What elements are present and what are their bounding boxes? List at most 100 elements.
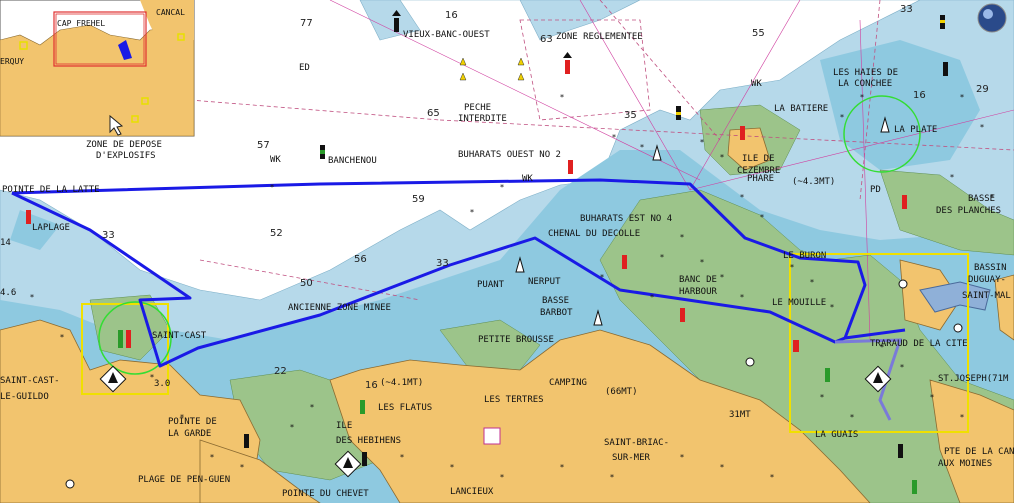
svg-text:*: * [470, 208, 474, 217]
inset-label-erquy: ERQUY [0, 57, 24, 66]
svg-text:*: * [60, 333, 64, 342]
label-chenal-decolle: CHENAL DU DECOLLE [548, 229, 640, 239]
label-dist-43: (~4.3MT) [792, 177, 835, 187]
sounding: 50 [300, 278, 313, 289]
sounding: 33 [900, 4, 913, 15]
svg-text:*: * [610, 473, 614, 482]
buoy-icon [568, 160, 573, 174]
label-pd: PD [870, 185, 881, 195]
label-peche-interdite: INTERDITE [458, 114, 507, 124]
sounding: 16 [913, 90, 926, 101]
buoy-icon [943, 62, 948, 76]
buoy-icon [676, 106, 681, 120]
svg-text:*: * [760, 213, 764, 222]
label-ile-cezembre: ILE DE [742, 154, 775, 164]
label-basse-barbot: BARBOT [540, 308, 573, 318]
label-banchenou: BANCHENOU [328, 156, 377, 166]
label-phare: PHARE [747, 174, 774, 184]
label-ancienne-zone: ANCIENNE ZONE MINEE [288, 303, 391, 313]
marina-icon [483, 427, 501, 445]
label-buharats-ouest: BUHARATS OUEST NO 2 [458, 150, 561, 160]
svg-text:*: * [450, 463, 454, 472]
svg-text:*: * [400, 453, 404, 462]
svg-text:*: * [790, 263, 794, 272]
label-nerput: NERPUT [528, 277, 561, 287]
svg-text:*: * [650, 293, 654, 302]
buoy-icon [825, 368, 830, 382]
overview-inset[interactable]: CAP FREHEL CANCAL ERQUY [0, 0, 195, 137]
svg-text:*: * [950, 173, 954, 182]
label-les-haies: LES HAIES DE [833, 68, 898, 78]
svg-text:*: * [900, 363, 904, 372]
sounding: 52 [270, 228, 283, 239]
svg-text:*: * [960, 413, 964, 422]
svg-text:*: * [720, 273, 724, 282]
svg-text:*: * [612, 133, 616, 142]
label-petite-brousse: PETITE BROUSSE [478, 335, 554, 345]
label-dist-66: (66MT) [605, 387, 638, 397]
sounding: 33 [102, 230, 115, 241]
svg-text:*: * [980, 123, 984, 132]
label-zone-depose: ZONE DE DEPOSE [86, 140, 162, 150]
label-st-joseph: ST.JOSEPH(71M [938, 374, 1009, 384]
buoy-icon [793, 340, 799, 352]
label-les-tertres: LES TERTRES [484, 395, 544, 405]
label-basse-barbot: BASSE [542, 296, 569, 306]
buoy-icon [898, 444, 903, 458]
label-saint-cast-guildo: LE-GUILDO [0, 392, 49, 402]
label-pointe-la-latte: POINTE DE LA LATTE [2, 185, 100, 195]
buoy-icon [622, 255, 627, 269]
sounding: 16 [365, 380, 378, 391]
svg-text:*: * [700, 258, 704, 267]
sounding: 57 [257, 140, 270, 151]
buoy-icon [680, 308, 685, 322]
sounding: 77 [300, 18, 313, 29]
label-puant: PUANT [477, 280, 505, 290]
svg-text:*: * [240, 463, 244, 472]
sounding: 16 [445, 10, 458, 21]
buoy-icon [244, 434, 249, 448]
label-zone-reglementee: ZONE REGLEMENTEE [556, 32, 643, 42]
svg-text:*: * [500, 183, 504, 192]
sounding: 35 [624, 110, 637, 121]
compass-icon[interactable] [977, 3, 1007, 33]
buoy-icon [362, 452, 367, 466]
nautical-chart[interactable]: CAP FREHEL CANCAL ERQUY **** **** *** * … [0, 0, 1014, 503]
label-plage-pen-guen: PLAGE DE PEN-GUEN [138, 475, 230, 485]
inset-label-cancal: CANCAL [156, 8, 185, 17]
label-wk: WK [751, 79, 762, 89]
label-wk: WK [270, 155, 281, 165]
label-depth-46: 4.6 [0, 288, 16, 298]
label-basse-planches: BASSE [968, 194, 995, 204]
label-la-guais: LA GUAIS [815, 430, 858, 440]
label-camping: CAMPING [549, 378, 587, 388]
label-pointe-garde: LA GARDE [168, 429, 211, 439]
buoy-icon [118, 330, 123, 348]
sounding: 56 [354, 254, 367, 265]
label-laplage: LAPLAGE [32, 223, 70, 233]
svg-text:*: * [860, 93, 864, 102]
svg-text:*: * [840, 113, 844, 122]
label-les-haies: LA CONCHEE [838, 79, 892, 89]
label-lancieux: LANCIEUX [450, 487, 494, 497]
label-la-batiere: LA BATIERE [774, 104, 828, 114]
svg-text:*: * [680, 453, 684, 462]
label-vieux-banc-ouest: VIEUX-BANC-OUEST [403, 30, 490, 40]
label-buharats-est: BUHARATS EST NO 4 [580, 214, 672, 224]
sounding: 63 [540, 34, 553, 45]
label-ed: ED [299, 63, 310, 73]
svg-text:*: * [740, 293, 744, 302]
circle-marker-icon [745, 357, 755, 367]
sounding: 29 [976, 84, 989, 95]
svg-text:*: * [810, 278, 814, 287]
label-les-flatus: LES FLATUS [378, 403, 432, 413]
svg-text:*: * [700, 138, 704, 147]
label-banc-harbour: HARBOUR [679, 287, 718, 297]
label-banc-harbour: BANC DE [679, 275, 717, 285]
svg-text:*: * [270, 183, 274, 192]
sounding: 33 [436, 258, 449, 269]
label-la-plate: LA PLATE [894, 125, 937, 135]
svg-text:*: * [960, 93, 964, 102]
svg-text:*: * [930, 393, 934, 402]
svg-text:*: * [210, 453, 214, 462]
